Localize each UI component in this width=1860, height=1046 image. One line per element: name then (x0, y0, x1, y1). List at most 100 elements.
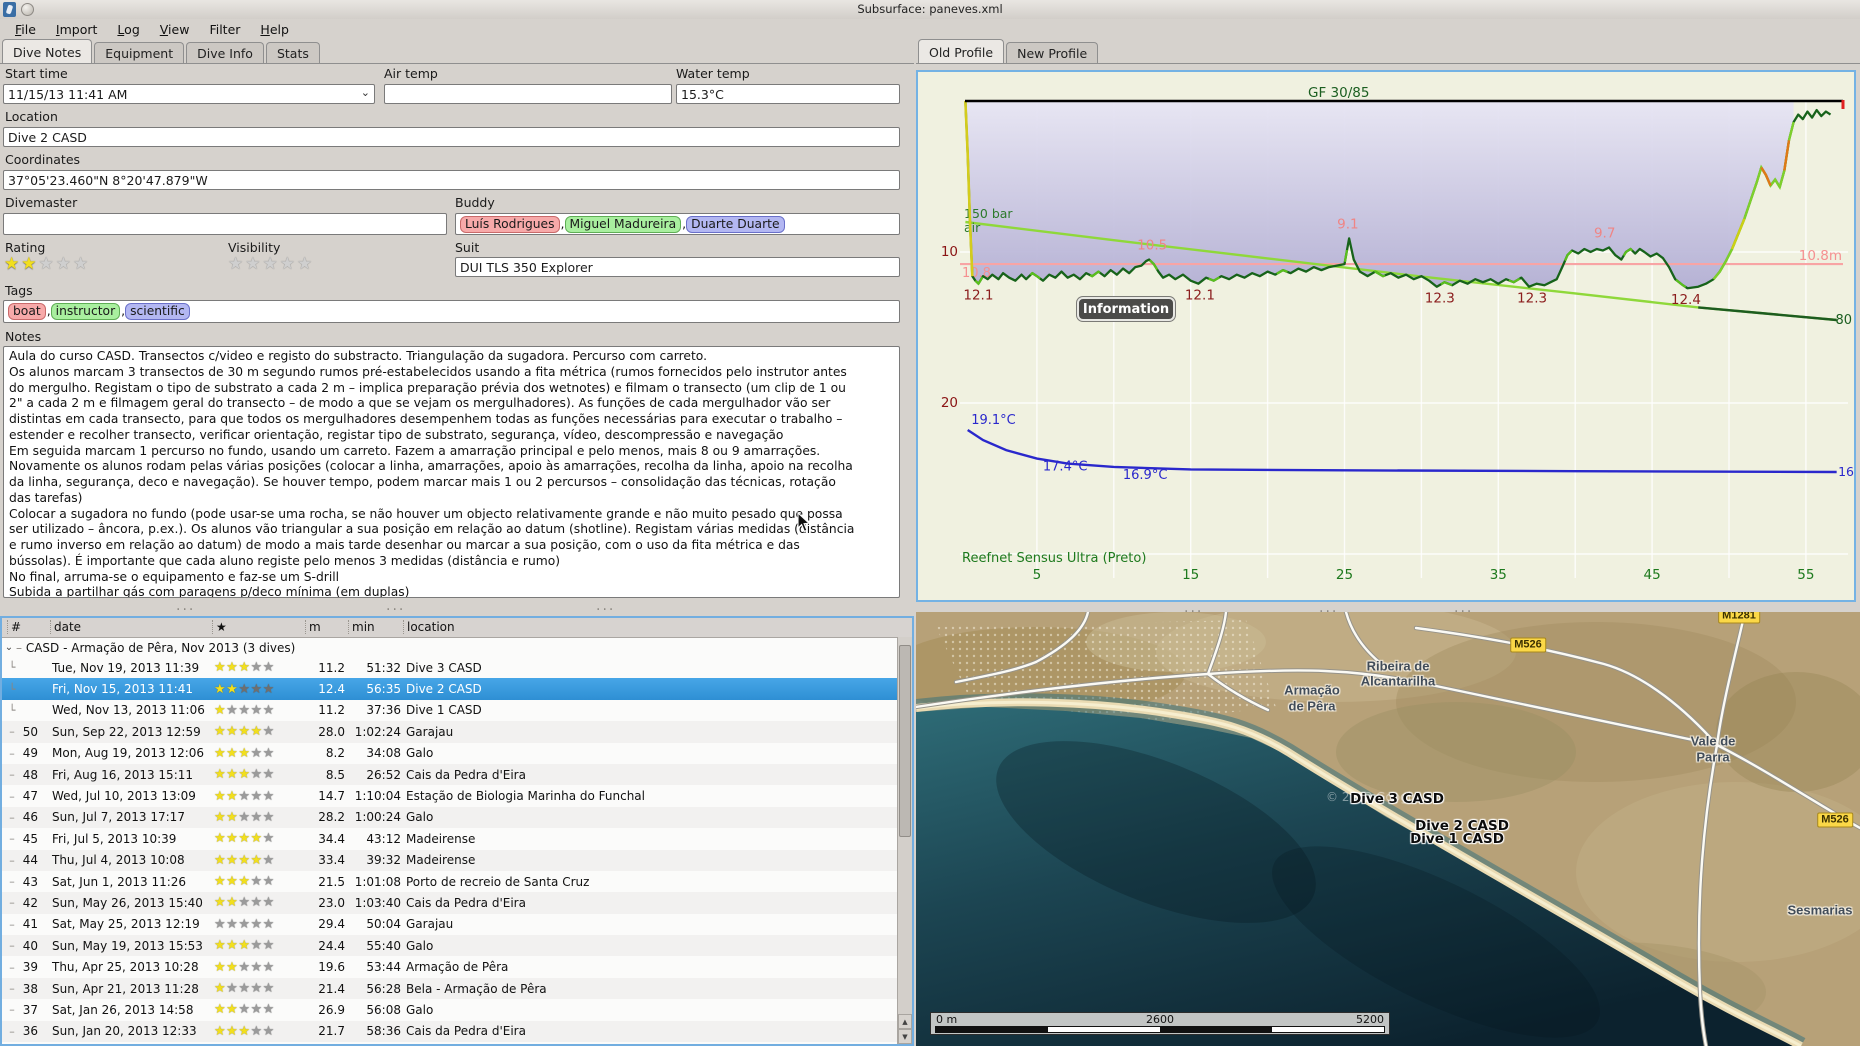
dive-row[interactable]: –41 Sat, May 25, 2013 12:19 ★★★★★ 29.4 50:04… (2, 913, 898, 936)
right-tab-underline (916, 63, 1860, 64)
pill: Duarte Duarte (686, 215, 785, 233)
tab-equipment[interactable]: Equipment (94, 42, 185, 64)
dive-site-marker-label[interactable]: Dive 3 CASD (1350, 791, 1444, 807)
dive-list-scrollbar[interactable]: ▲ ▼ (897, 637, 912, 1044)
location-input[interactable]: Dive 2 CASD (3, 127, 900, 147)
suit-input[interactable]: DUI TLS 350 Explorer (455, 257, 900, 277)
svg-text:12.3: 12.3 (1425, 291, 1455, 307)
dive-row[interactable]: –37 Sat, Jan 26, 2013 14:58 ★★★★★ 26.9 56:08… (2, 999, 898, 1021)
road-badge: M526 (1817, 812, 1853, 828)
dive-row[interactable]: –43 Sat, Jun 1, 2013 11:26 ★★★★★ 21.5 1:01:0… (2, 870, 898, 893)
dive-trip-group-row[interactable]: ⌄ – CASD - Armação de Pêra, Nov 2013 (3 d… (2, 638, 898, 657)
tags-input[interactable]: boat, instructor, scientific (3, 300, 900, 323)
dive-row[interactable]: –39 Thu, Apr 25, 2013 10:28 ★★★★★ 19.6 53:44… (2, 956, 898, 978)
dive-list-header[interactable]: # date ★ m min location (2, 618, 912, 638)
tree-branch: └ (8, 682, 16, 696)
svg-text:12.1: 12.1 (1185, 288, 1215, 304)
start-time-label: Start time (5, 66, 68, 81)
start-time-input[interactable]: 11/15/13 11:41 AM ⌄ (3, 84, 375, 104)
rating-stars[interactable]: ★★★★★ (4, 255, 90, 273)
svg-text:12.1: 12.1 (963, 288, 993, 304)
svg-text:10.8m: 10.8m (1799, 248, 1842, 264)
water-temp-input[interactable]: 15.3°C (676, 84, 900, 104)
menu-log[interactable]: Log (108, 21, 148, 38)
dive-row[interactable]: –44 Thu, Jul 4, 2013 10:08 ★★★★★ 33.4 39:32 M… (2, 849, 898, 871)
dive-list-body: ⌄ – CASD - Armação de Pêra, Nov 2013 (3 d… (2, 638, 898, 1043)
map-town-label: Vale de (1690, 733, 1736, 749)
tab-new-profile[interactable]: New Profile (1006, 42, 1099, 64)
tree-branch: – (9, 853, 15, 867)
menu-import[interactable]: Import (47, 21, 107, 38)
tab-dive-info[interactable]: Dive Info (186, 42, 264, 64)
scroll-down-button[interactable]: ▼ (898, 1029, 912, 1044)
pill: instructor (50, 303, 121, 320)
dive-row[interactable]: –46 Sun, Jul 7, 2013 17:17 ★★★★★ 28.2 1:00:2… (2, 806, 898, 829)
road-badge: M1281 (1718, 612, 1760, 624)
dive-row[interactable]: └ Tue, Nov 19, 2013 11:39 ★★★★★ 11.2 51:32 Di… (2, 657, 898, 679)
svg-text:GF 30/85: GF 30/85 (1308, 85, 1369, 101)
column-header-num[interactable]: # (7, 620, 21, 634)
column-header-min[interactable]: min (348, 620, 375, 634)
scrollbar-thumb[interactable] (899, 645, 911, 837)
notes-line: No final, arruma-se o equipamento e faz-… (9, 569, 340, 584)
dive-row[interactable]: –45 Fri, Jul 5, 2013 10:39 ★★★★★ 34.4 43:12 M… (2, 828, 898, 850)
visibility-stars[interactable]: ★★★★★ (228, 255, 314, 273)
dive-row[interactable]: –38 Sun, Apr 21, 2013 11:28 ★★★★★ 21.4 56:28… (2, 977, 898, 1000)
dive-row[interactable]: –47 Wed, Jul 10, 2013 13:09 ★★★★★ 14.7 1:10:… (2, 785, 898, 807)
map-panel[interactable]: Armação de Pêra Ribeira de Alcantarilha Vale… (916, 612, 1860, 1046)
column-header-location[interactable]: location (403, 620, 455, 634)
tab-old-profile[interactable]: Old Profile (918, 39, 1005, 64)
svg-text:45: 45 (1644, 567, 1661, 583)
dive-row[interactable]: –42 Sun, May 26, 2013 15:40 ★★★★★ 23.0 1:03:… (2, 892, 898, 914)
air-temp-label: Air temp (384, 66, 438, 81)
notes-line: estender e recolher transecto, verificar… (9, 427, 784, 442)
menu-filter[interactable]: Filter (200, 21, 249, 38)
svg-text:55: 55 (1797, 567, 1814, 583)
dive-row[interactable]: –40 Sun, May 19, 2013 15:53 ★★★★★ 24.4 55:40… (2, 935, 898, 957)
tree-branch: – (9, 1003, 15, 1017)
svg-text:10.5: 10.5 (1137, 238, 1167, 254)
column-header-stars[interactable]: ★ (212, 620, 227, 634)
svg-text:5: 5 (1033, 567, 1042, 583)
pill: scientific (125, 303, 190, 320)
air-temp-input[interactable] (384, 84, 672, 104)
svg-text:80: 80 (1835, 313, 1852, 328)
dive-row[interactable]: –36 Sun, Jan 20, 2013 12:33 ★★★★★ 21.7 58:36… (2, 1020, 898, 1043)
scroll-up-button[interactable]: ▲ (898, 1014, 912, 1029)
right-splitter[interactable]: ··· ··· ··· (916, 603, 1860, 620)
svg-text:16: 16 (1838, 464, 1854, 479)
coordinates-input[interactable]: 37°05'23.460"N 8°20'47.879"W (3, 170, 900, 190)
dive-row[interactable]: –49 Mon, Aug 19, 2013 12:06 ★★★★★ 8.2 34:08 G… (2, 742, 898, 764)
tab-stats[interactable]: Stats (265, 42, 320, 64)
dive-row[interactable]: └ Fri, Nov 15, 2013 11:41 ★★★★★ 12.4 56:35 Di… (2, 678, 898, 700)
svg-text:16.9°C: 16.9°C (1123, 468, 1168, 483)
divemaster-input[interactable] (3, 213, 447, 235)
dive-site-marker-label[interactable]: Dive 1 CASD (1410, 831, 1504, 847)
menu-file[interactable]: File (6, 21, 45, 38)
svg-text:12.4: 12.4 (1671, 292, 1701, 308)
notes-line: Novamente os alunos rodam pelas várias p… (9, 459, 853, 474)
svg-text:17.4°C: 17.4°C (1043, 460, 1088, 475)
water-temp-label: Water temp (676, 66, 750, 81)
dive-row[interactable]: –50 Sun, Sep 22, 2013 12:59 ★★★★★ 28.0 1:02:… (2, 721, 898, 743)
information-button[interactable]: Information (1077, 297, 1175, 321)
chevron-down-icon[interactable]: ⌄ (2, 642, 16, 653)
map-town-label: Parra (1696, 749, 1730, 765)
buddy-input[interactable]: Luís Rodrigues, Miguel Madureira, Duarte D… (455, 213, 900, 235)
window-title: Subsurface: paneves.xml (857, 2, 1003, 16)
dive-row[interactable]: └ Wed, Nov 13, 2013 11:06 ★★★★★ 11.2 37:36 Di… (2, 699, 898, 722)
notes-line: distintas em cada transecto, para que to… (9, 412, 843, 426)
column-header-date[interactable]: date (50, 620, 81, 634)
column-header-m[interactable]: m (305, 620, 321, 634)
menu-view[interactable]: View (151, 21, 199, 38)
tags-label: Tags (5, 283, 33, 298)
menu-help[interactable]: Help (251, 21, 298, 38)
notes-textarea[interactable]: Aula do curso CASD. Transectos c/video e… (3, 346, 900, 598)
dive-row[interactable]: –48 Fri, Aug 16, 2013 15:11 ★★★★★ 8.5 26:52 C… (2, 763, 898, 786)
tab-dive-notes[interactable]: Dive Notes (2, 39, 93, 64)
tree-branch: – (9, 960, 15, 974)
left-splitter[interactable]: ··· ··· ··· (0, 602, 914, 618)
chevron-down-icon[interactable]: ⌄ (361, 86, 370, 99)
svg-text:Reefnet Sensus Ultra (Preto): Reefnet Sensus Ultra (Preto) (962, 551, 1146, 566)
svg-text:19.1°C: 19.1°C (971, 413, 1016, 428)
